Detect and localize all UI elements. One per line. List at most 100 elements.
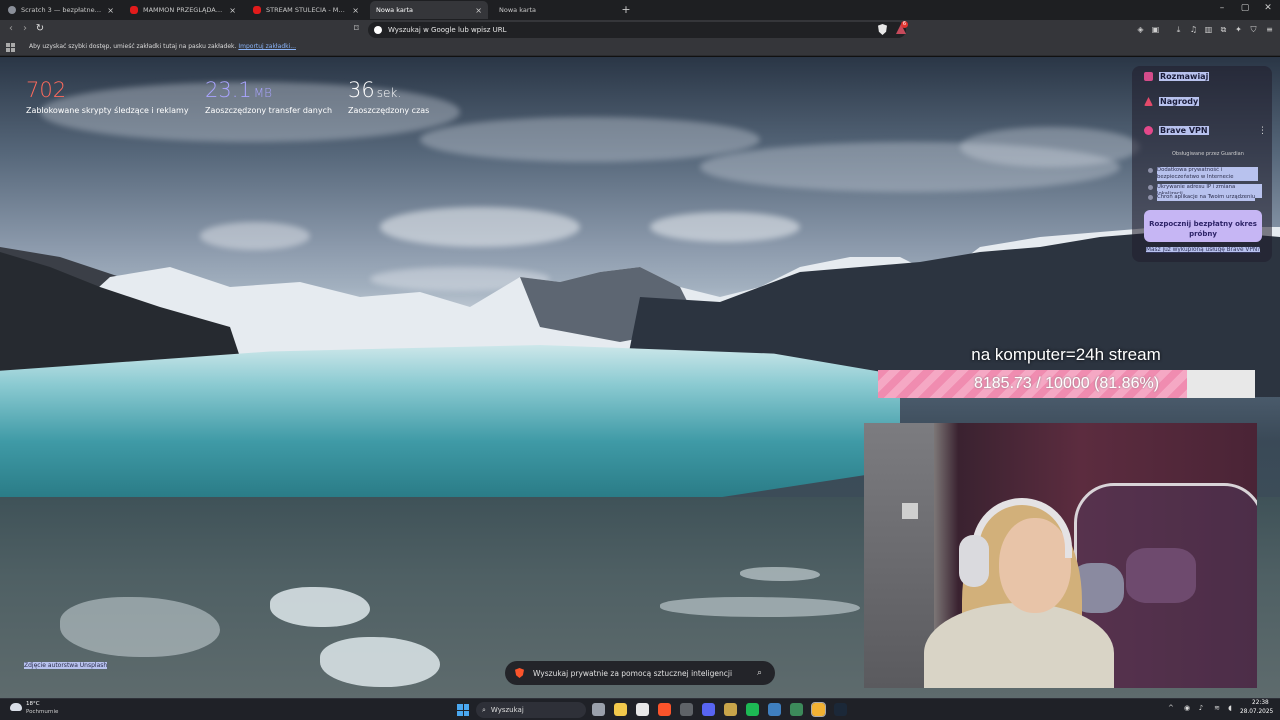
weather-description[interactable]: Pochmurnie — [26, 709, 58, 715]
clock-time[interactable]: 22:38 — [1252, 700, 1269, 706]
ai-search-box[interactable]: ⌕ — [505, 661, 775, 685]
youtube-favicon-icon — [130, 6, 138, 14]
file-explorer-icon[interactable] — [614, 703, 627, 716]
obs-active-icon[interactable] — [811, 702, 826, 717]
youtube-favicon-icon — [253, 6, 261, 14]
download-icon[interactable]: ⤓ — [1173, 24, 1184, 35]
talk-label: Rozmawiaj — [1159, 72, 1210, 81]
vpn-feature-text: Dodatkowa prywatność i bezpieczeństwo w … — [1157, 167, 1258, 181]
tab-title: Nowa karta — [499, 6, 537, 14]
rewards-widget[interactable]: Nagrody — [1144, 97, 1200, 106]
tab-title: Nowa karta — [376, 6, 414, 14]
wifi-icon[interactable]: ≋ — [1212, 704, 1222, 712]
clock-date[interactable]: 28.07.2025 — [1240, 709, 1273, 715]
media-icon[interactable]: ♫ — [1188, 24, 1199, 35]
microphone-icon[interactable]: ♪ — [1196, 704, 1206, 712]
address-bar[interactable] — [368, 22, 906, 38]
talk-widget[interactable]: Rozmawiaj — [1144, 72, 1210, 81]
tab-mammon[interactable]: MAMMON PRZEGLĄDA KOBIETKI I M × — [124, 1, 242, 19]
tab-title: MAMMON PRZEGLĄDA KOBIETKI I M — [143, 6, 224, 14]
vpn-feature: Dodatkowa prywatność i bezpieczeństwo w … — [1148, 167, 1258, 181]
start-trial-button[interactable]: Rozpocznij bezpłatny okres próbny — [1144, 210, 1262, 242]
vpn-shield-icon[interactable]: ⛉ — [1248, 24, 1259, 35]
windows-start-icon[interactable] — [457, 704, 469, 716]
tab-close-icon[interactable]: × — [352, 6, 359, 15]
forward-arrow-icon[interactable]: › — [19, 23, 31, 34]
tab-close-icon[interactable]: × — [229, 6, 236, 15]
maximize-icon[interactable]: ▢ — [1237, 3, 1253, 13]
menu-icon[interactable]: ≡ — [1264, 24, 1275, 35]
webcam-overlay — [864, 423, 1257, 688]
stream-goal-progress-text: 8185.73 / 10000 (81.86%) — [973, 375, 1160, 392]
rewards-label: Nagrody — [1159, 97, 1200, 106]
search-icon: ⌕ — [482, 705, 486, 714]
tab-close-icon[interactable]: × — [475, 6, 482, 15]
search-icon[interactable]: ⌕ — [757, 668, 762, 678]
stream-goal-progress-bar: 8185.73 / 10000 (81.86%) — [878, 370, 1255, 398]
weather-temperature[interactable]: 18°C — [26, 701, 40, 707]
cloud-weather-icon[interactable] — [10, 703, 22, 711]
tab-stream-stulecia[interactable]: STREAM STULECIA - MEGA DYMY! × — [247, 1, 365, 19]
brave-lion-icon — [515, 668, 524, 678]
tab-close-icon[interactable]: × — [107, 6, 114, 15]
new-tab-plus-icon[interactable]: + — [620, 3, 632, 16]
vpn-widget-header: Brave VPN — [1144, 126, 1209, 135]
bookmark-icon[interactable]: ⌑ — [354, 24, 359, 34]
tab-scratch[interactable]: Scratch 3 — bezpłatne pobieranie i i × — [2, 1, 120, 19]
close-window-icon[interactable]: ✕ — [1260, 3, 1276, 13]
steam-tray-icon[interactable]: ◉ — [1182, 704, 1192, 712]
check-icon — [1148, 185, 1153, 190]
import-bookmarks-link[interactable]: Importuj zakładki... — [238, 43, 296, 50]
webcam-pillow — [1126, 548, 1196, 603]
discord-icon[interactable] — [702, 703, 715, 716]
rewards-badge: 6 — [901, 21, 908, 28]
steam-like-icon[interactable] — [768, 703, 781, 716]
stat-trackers-label: Zablokowane skrypty śledzące i reklamy — [26, 106, 189, 115]
store-icon[interactable] — [636, 703, 649, 716]
tab-nowa-karta-active[interactable]: Nowa karta × — [370, 1, 488, 19]
tab-strip: Scratch 3 — bezpłatne pobieranie i i × M… — [0, 0, 1280, 20]
headphone-cup — [959, 535, 989, 587]
vpn-feature: Chroń aplikacje na Twoim urządzeniu — [1148, 194, 1262, 201]
photo-credit[interactable]: Zdjęcie autorstwa Unsplash — [24, 662, 108, 669]
vpn-powered-by: Obsługiwane przez Guardian — [1172, 151, 1244, 157]
bookmarks-hint-text: Aby uzyskać szybki dostęp, umieść zakład… — [29, 43, 237, 50]
vpn-title: Brave VPN — [1159, 126, 1209, 135]
stream-goal-title: na komputer=24h stream — [971, 345, 1161, 364]
address-input[interactable] — [388, 26, 868, 34]
task-view-icon[interactable] — [592, 703, 605, 716]
extensions-icon[interactable]: ⧉ — [1218, 24, 1229, 35]
reload-icon[interactable]: ↻ — [34, 23, 46, 34]
minimize-icon[interactable]: – — [1214, 3, 1230, 13]
vpn-more-icon[interactable]: ⋮ — [1258, 126, 1267, 136]
sidebar-icon[interactable]: ▥ — [1203, 24, 1214, 35]
stat-bandwidth-label: Zaoszczędzony transfer danych — [205, 106, 333, 115]
brave-icon[interactable] — [658, 703, 671, 716]
back-arrow-icon[interactable]: ‹ — [5, 23, 17, 34]
google-icon — [374, 26, 382, 34]
stat-bandwidth-value: 23.1 MB — [205, 78, 272, 102]
ai-search-input[interactable] — [533, 668, 748, 678]
chrome-icon[interactable] — [680, 703, 693, 716]
tab-nowa-karta[interactable]: Nowa karta — [493, 1, 611, 19]
leo-icon[interactable]: ✦ — [1233, 24, 1244, 35]
vpn-logo-icon — [1144, 126, 1153, 135]
tray-chevron-up-icon[interactable]: ^ — [1168, 704, 1174, 712]
screenshot-icon[interactable]: ▣ — [1150, 24, 1161, 35]
stat-time-label: Zaoszczędzony czas — [348, 106, 430, 115]
volume-icon[interactable]: ◖ — [1225, 704, 1235, 712]
rewards-triangle-icon — [1144, 97, 1153, 106]
steam-icon[interactable] — [834, 703, 847, 716]
taskbar-search[interactable]: ⌕ Wyszukaj — [476, 702, 586, 718]
apps-grid-icon[interactable] — [6, 43, 15, 52]
notes-icon[interactable] — [790, 703, 803, 716]
wallet-icon[interactable]: ◈ — [1135, 24, 1146, 35]
bookmarks-bar: Aby uzyskać szybki dostęp, umieść zakład… — [0, 40, 1280, 56]
app-gold-icon[interactable] — [724, 703, 737, 716]
spotify-icon[interactable] — [746, 703, 759, 716]
scratch-favicon-icon — [8, 6, 16, 14]
already-purchased-link[interactable]: Masz już wykupioną usługę Brave VPN? — [1146, 247, 1261, 253]
tab-title: STREAM STULECIA - MEGA DYMY! — [266, 6, 348, 14]
check-icon — [1148, 195, 1153, 200]
stat-time-value: 36 sek. — [348, 78, 402, 102]
